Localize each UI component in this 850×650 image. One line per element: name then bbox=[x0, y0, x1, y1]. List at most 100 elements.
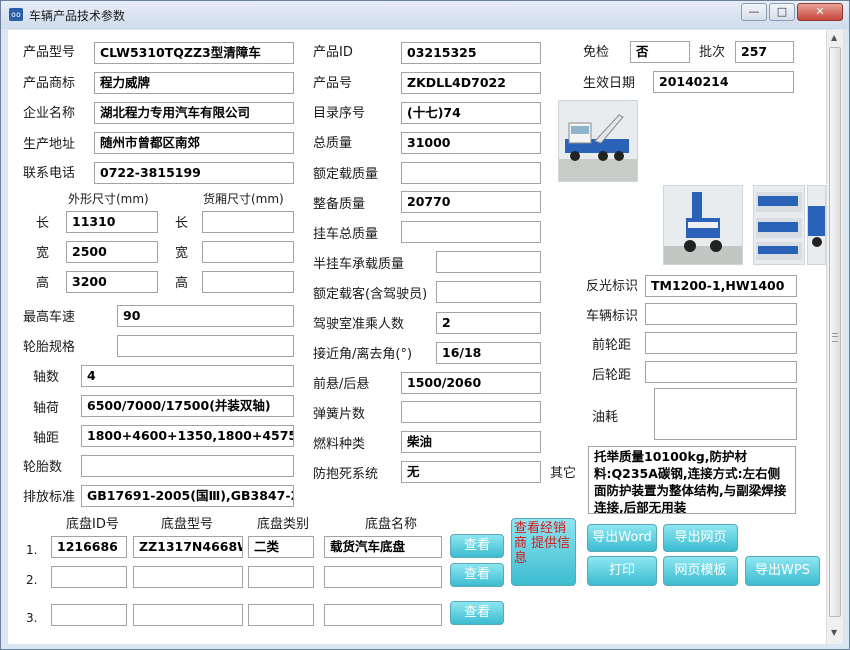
chassis-row-number: 3. bbox=[26, 611, 38, 625]
chassis-type-field[interactable] bbox=[248, 604, 314, 626]
chassis-model-field[interactable]: ZZ1317N4668W bbox=[133, 536, 243, 558]
emission-field[interactable]: GB17691-2005(国Ⅲ),GB3847-2005 bbox=[81, 485, 294, 507]
exempt-field[interactable]: 否 bbox=[630, 41, 690, 63]
phone-label: 联系电话 bbox=[23, 166, 76, 181]
total-mass-label: 总质量 bbox=[313, 136, 353, 151]
chassis-name-field[interactable]: 载货汽车底盘 bbox=[324, 536, 442, 558]
total-mass-field[interactable]: 31000 bbox=[401, 132, 541, 154]
reflective-field[interactable]: TM1200-1,HW1400 bbox=[645, 275, 797, 297]
tire-count-field[interactable] bbox=[81, 455, 294, 477]
rear-track-field[interactable] bbox=[645, 361, 797, 383]
tire-count-label: 轮胎数 bbox=[23, 460, 63, 475]
scroll-down-icon[interactable]: ▼ bbox=[831, 628, 837, 637]
print-button[interactable]: 打印 bbox=[587, 556, 657, 586]
vertical-scrollbar[interactable]: ▲ ▼ bbox=[826, 30, 843, 644]
company-label: 企业名称 bbox=[23, 106, 76, 121]
width-field[interactable]: 2500 bbox=[66, 241, 158, 263]
product-id-field[interactable]: 03215325 bbox=[401, 42, 541, 64]
catalog-field[interactable]: (十七)74 bbox=[401, 102, 541, 124]
grip-icon bbox=[832, 333, 838, 342]
vehicle-photo-extra[interactable] bbox=[807, 185, 826, 265]
cargo-width-label: 宽 bbox=[175, 246, 189, 261]
vehicle-mark-field[interactable] bbox=[645, 303, 797, 325]
chassis-id-field[interactable] bbox=[51, 566, 127, 588]
chassis-model-header: 底盘型号 bbox=[161, 517, 214, 532]
cargo-height-field[interactable] bbox=[202, 271, 294, 293]
chassis-id-field[interactable]: 1216686 bbox=[51, 536, 127, 558]
front-track-field[interactable] bbox=[645, 332, 797, 354]
close-button[interactable]: ✕ bbox=[797, 3, 843, 21]
minimize-button[interactable]: — bbox=[741, 3, 767, 21]
window-title: 车辆产品技术参数 bbox=[29, 9, 126, 23]
phone-field[interactable]: 0722-3815199 bbox=[94, 162, 294, 184]
length-field[interactable]: 11310 bbox=[66, 211, 158, 233]
brand-field[interactable]: 程力威牌 bbox=[94, 72, 294, 94]
height-label: 高 bbox=[36, 276, 50, 291]
app-icon: oo bbox=[9, 8, 23, 21]
cargo-width-field[interactable] bbox=[202, 241, 294, 263]
export-word-button[interactable]: 导出Word bbox=[587, 524, 657, 552]
cargo-length-label: 长 bbox=[175, 216, 189, 231]
cab-seats-field[interactable]: 2 bbox=[436, 312, 541, 334]
axle-count-field[interactable]: 4 bbox=[81, 365, 294, 387]
other-field[interactable]: 托举质量10100kg,防护材料:Q235A碳钢,连接方式:左右侧面防护装置为整… bbox=[588, 446, 796, 514]
chassis-view-button[interactable]: 查看 bbox=[450, 563, 504, 587]
semi-load-field[interactable] bbox=[436, 251, 541, 273]
effective-date-field[interactable]: 20140214 bbox=[653, 71, 794, 93]
model-field[interactable]: CLW5310TQZZ3型清障车 bbox=[94, 42, 294, 64]
tire-spec-field[interactable] bbox=[117, 335, 294, 357]
chassis-view-button[interactable]: 查看 bbox=[450, 601, 504, 625]
abs-field[interactable]: 无 bbox=[401, 461, 541, 483]
max-speed-field[interactable]: 90 bbox=[117, 305, 294, 327]
cargo-length-field[interactable] bbox=[202, 211, 294, 233]
chassis-type-header: 底盘类别 bbox=[257, 517, 310, 532]
product-no-field[interactable]: ZKDLL4D7022 bbox=[401, 72, 541, 94]
semi-load-label: 半挂车承载质量 bbox=[313, 257, 405, 272]
tire-spec-label: 轮胎规格 bbox=[23, 340, 76, 355]
outer-dims-label: 外形尺寸(mm) bbox=[68, 192, 149, 206]
abs-label: 防抱死系统 bbox=[313, 467, 379, 482]
chassis-id-field[interactable] bbox=[51, 604, 127, 626]
batch-label: 批次 bbox=[699, 45, 726, 60]
address-field[interactable]: 随州市曾都区南郊 bbox=[94, 132, 294, 154]
maximize-button[interactable]: □ bbox=[769, 3, 795, 21]
chassis-name-field[interactable] bbox=[324, 604, 442, 626]
scroll-up-icon[interactable]: ▲ bbox=[831, 33, 837, 42]
wheelbase-field[interactable]: 1800+4600+1350,1800+4575+1375 bbox=[81, 425, 294, 447]
title-bar[interactable]: oo 车辆产品技术参数 — □ ✕ bbox=[1, 1, 849, 29]
chassis-view-button[interactable]: 查看 bbox=[450, 534, 504, 558]
chassis-name-field[interactable] bbox=[324, 566, 442, 588]
vehicle-photo-side[interactable] bbox=[753, 185, 805, 265]
rated-load-field[interactable] bbox=[401, 162, 541, 184]
trailer-mass-field[interactable] bbox=[401, 221, 541, 243]
fuel-consumption-field[interactable] bbox=[654, 388, 797, 440]
vehicle-photo-rear[interactable] bbox=[663, 185, 743, 265]
vehicle-photo-front[interactable] bbox=[558, 100, 638, 182]
springs-label: 弹簧片数 bbox=[313, 407, 366, 422]
export-wps-button[interactable]: 导出WPS bbox=[745, 556, 820, 586]
scrollbar-thumb[interactable] bbox=[829, 47, 841, 617]
fuel-field[interactable]: 柴油 bbox=[401, 431, 541, 453]
product-id-label: 产品ID bbox=[313, 45, 353, 60]
chassis-model-field[interactable] bbox=[133, 566, 243, 588]
width-label: 宽 bbox=[36, 246, 50, 261]
chassis-type-field[interactable]: 二类 bbox=[248, 536, 314, 558]
angles-field[interactable]: 16/18 bbox=[436, 342, 541, 364]
exempt-label: 免检 bbox=[583, 45, 610, 60]
web-template-button[interactable]: 网页模板 bbox=[663, 556, 738, 586]
springs-field[interactable] bbox=[401, 401, 541, 423]
chassis-type-field[interactable] bbox=[248, 566, 314, 588]
cargo-height-label: 高 bbox=[175, 276, 189, 291]
company-field[interactable]: 湖北程力专用汽车有限公司 bbox=[94, 102, 294, 124]
overhang-field[interactable]: 1500/2060 bbox=[401, 372, 541, 394]
dealer-info-button[interactable]: 查看经销商 提供信息 bbox=[511, 518, 576, 586]
height-field[interactable]: 3200 bbox=[66, 271, 158, 293]
passengers-field[interactable] bbox=[436, 281, 541, 303]
fuel-consumption-label: 油耗 bbox=[592, 410, 619, 425]
axle-load-field[interactable]: 6500/7000/17500(并装双轴) bbox=[81, 395, 294, 417]
cargo-dims-label: 货厢尺寸(mm) bbox=[203, 192, 284, 206]
curb-mass-field[interactable]: 20770 bbox=[401, 191, 541, 213]
export-web-button[interactable]: 导出网页 bbox=[663, 524, 738, 552]
chassis-model-field[interactable] bbox=[133, 604, 243, 626]
batch-field[interactable]: 257 bbox=[735, 41, 794, 63]
